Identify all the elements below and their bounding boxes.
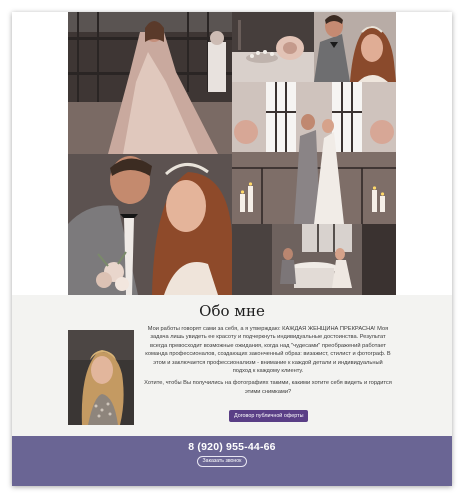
about-section: Обо мне Мои работы говорят сами за себя,… [12,295,452,436]
about-title: Обо мне [199,302,265,320]
gallery-photo-couple-window[interactable] [232,82,396,224]
gallery-photo-couple-table[interactable] [232,224,396,295]
about-paragraph-2: Хотите, чтобы Вы получились на фотографи… [144,380,392,395]
footer: 8 (920) 955-44-66 Заказать звонок [12,436,452,486]
public-offer-button[interactable]: Договор публичной оферты [229,410,309,422]
about-text: Мои работы говорят сами за себя, а я утв… [144,325,392,396]
gallery-photo-bride[interactable] [68,12,232,154]
about-paragraph-1: Мои работы говорят сами за себя, а я утв… [145,326,391,375]
about-portrait-photo [68,330,134,425]
phone-number[interactable]: 8 (920) 955-44-66 [12,441,452,453]
gallery-photo-crown[interactable] [232,12,314,82]
request-call-button[interactable]: Заказать звонок [197,456,247,467]
photo-gallery [68,12,396,295]
page-frame: Обо мне Мои работы говорят сами за себя,… [12,12,452,486]
gallery-photo-couple-portrait[interactable] [314,12,396,82]
gallery-photo-couple-embrace[interactable] [68,154,232,295]
